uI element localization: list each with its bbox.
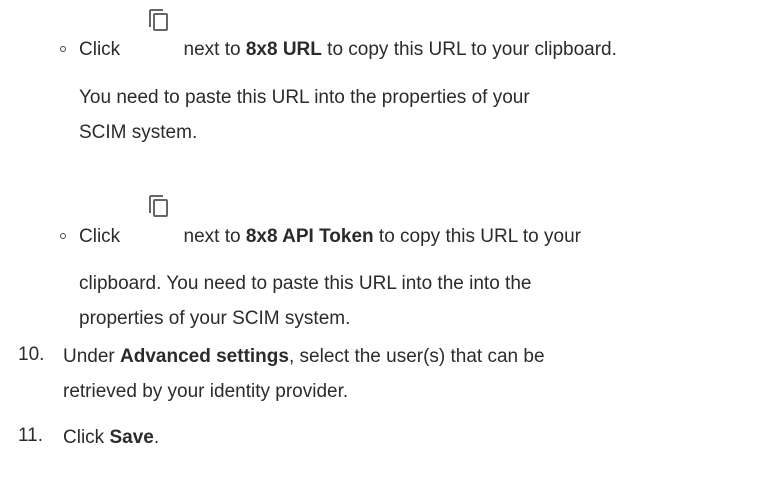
bullet-2-line-1: Click next to 8x8 API Token to copy this… xyxy=(79,225,581,249)
step-11-bold: Save xyxy=(109,427,154,448)
step-10-bold: Advanced settings xyxy=(120,346,289,367)
copy-icon[interactable] xyxy=(147,194,169,218)
bullet-1-line-1: Click next to 8x8 URL to copy this URL t… xyxy=(79,38,617,62)
step-10-line-2: retrieved by your identity provider. xyxy=(63,381,349,402)
step-10-pre: Under xyxy=(63,346,115,367)
bullet-2-line-3: properties of your SCIM system. xyxy=(79,308,351,329)
bullet-2-pre: Click xyxy=(79,226,121,247)
bullet-1-line-3: SCIM system. xyxy=(79,122,198,143)
step-10-line-1: Under Advanced settings, select the user… xyxy=(63,345,545,369)
bullet-1-line-2: You need to paste this URL into the prop… xyxy=(79,87,530,108)
copy-icon[interactable] xyxy=(147,8,169,32)
step-11-pre: Click xyxy=(63,427,105,448)
bullet-1-post: to copy this URL to your clipboard. xyxy=(327,39,617,60)
bullet-1-pre: Click xyxy=(79,39,121,60)
bullet-2-bold: 8x8 API Token xyxy=(245,226,374,247)
step-number-10: 10. xyxy=(18,344,45,365)
list-bullet xyxy=(60,46,66,52)
step-10-post: , select the user(s) that can be xyxy=(288,346,545,367)
bullet-2-mid: next to xyxy=(183,226,241,247)
bullet-2-line-2: clipboard. You need to paste this URL in… xyxy=(79,273,532,294)
list-bullet xyxy=(60,233,66,239)
step-11-post: . xyxy=(153,427,160,448)
bullet-1-bold: 8x8 URL xyxy=(245,39,322,60)
bullet-2-post: to copy this URL to your xyxy=(378,226,581,247)
step-11-line-1: Click Save. xyxy=(63,426,159,450)
step-number-11: 11. xyxy=(18,425,44,446)
bullet-1-mid: next to xyxy=(183,39,241,60)
